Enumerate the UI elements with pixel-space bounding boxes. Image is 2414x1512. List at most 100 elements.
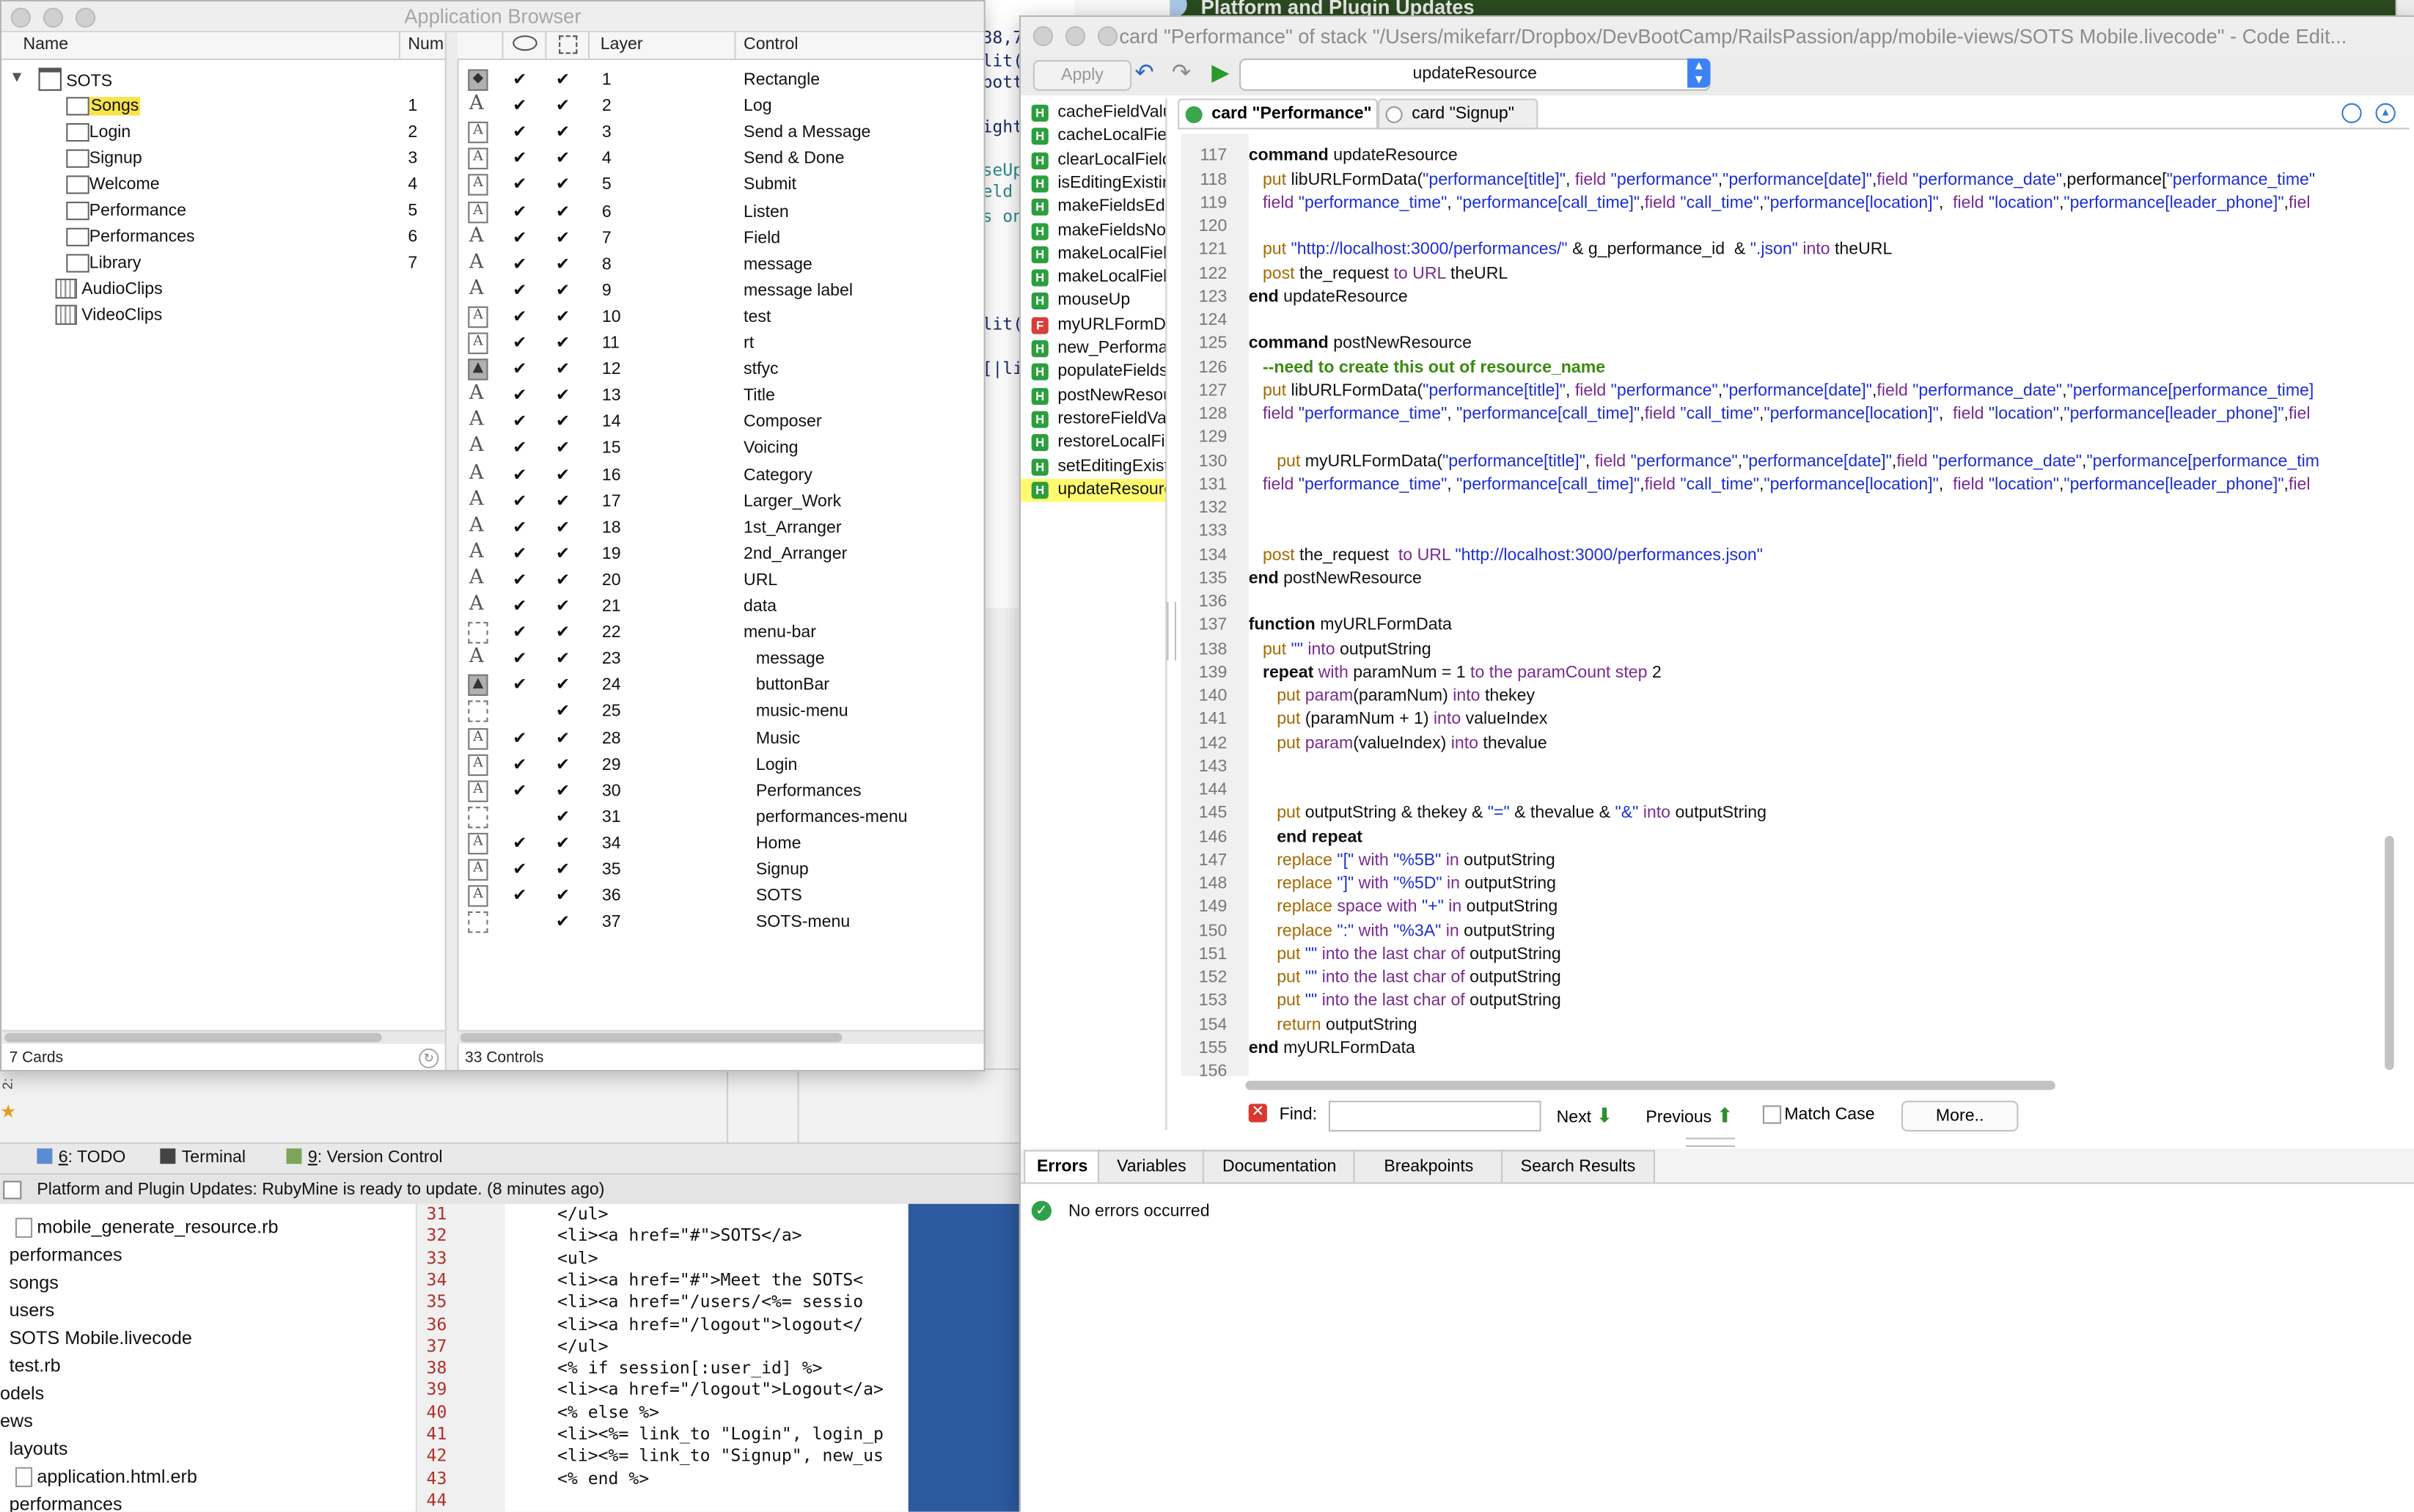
selectable-check-icon[interactable]: ✔ — [556, 385, 570, 405]
select-column-icon[interactable] — [559, 35, 578, 54]
selectable-check-icon[interactable]: ✔ — [556, 807, 570, 826]
visible-check-icon[interactable]: ✔ — [513, 359, 527, 378]
visible-check-icon[interactable]: ✔ — [513, 570, 527, 590]
control-row[interactable]: A ✔ ✔ 13 Title — [458, 383, 981, 410]
project-file[interactable]: mobile_generate_resource.rb — [15, 1216, 279, 1238]
card-row[interactable]: Signup 3 — [1, 146, 445, 172]
handler-item[interactable]: HclearLocalFields — [1021, 149, 1165, 172]
project-file[interactable]: application.html.erb — [15, 1466, 197, 1488]
name-column-header[interactable]: Name — [23, 35, 68, 54]
control-row[interactable]: A ✔ ✔ 23 message — [458, 647, 981, 673]
previous-button[interactable]: Previous ⬆ — [1646, 1104, 1733, 1129]
resize-grip[interactable] — [1685, 1137, 1736, 1148]
visible-check-icon[interactable]: ✔ — [513, 385, 527, 405]
toolwindow-todo[interactable]: 6: TODO — [37, 1148, 125, 1167]
script-editor[interactable]: 117 command updateResource 118 put libURLF… — [1184, 134, 2379, 1076]
selectable-check-icon[interactable]: ✔ — [556, 69, 570, 89]
code-line[interactable]: 153 put "" into the last char of outputS… — [1184, 991, 2379, 1013]
selectable-check-icon[interactable]: ✔ — [556, 411, 570, 431]
handler-item[interactable]: Hnew_Performance — [1021, 337, 1165, 360]
tab-documentation[interactable]: Documentation — [1202, 1150, 1357, 1183]
selectable-check-icon[interactable]: ✔ — [556, 95, 570, 115]
close-find-icon[interactable]: ✕ — [1248, 1104, 1267, 1123]
visible-check-icon[interactable]: ✔ — [513, 411, 527, 431]
split-drag-handle[interactable] — [1167, 601, 1177, 661]
visible-column-eye-icon[interactable] — [513, 35, 538, 51]
run-icon[interactable]: ▶ — [1211, 60, 1229, 88]
code-line[interactable]: 128 field "performance_time", "performan… — [1184, 403, 2379, 426]
code-line[interactable]: 142 put param(valueIndex) into thevalue — [1184, 732, 2379, 755]
code-line[interactable]: 149 replace space with "+" in outputStri… — [1184, 896, 2379, 919]
refresh-icon[interactable]: ↻ — [419, 1048, 439, 1069]
folder-row[interactable]: AudioClips — [1, 277, 445, 304]
favorites-star-icon[interactable]: ★ — [0, 1101, 17, 1122]
handler-item[interactable]: HpopulateFields — [1021, 361, 1165, 383]
code-line[interactable]: 132 — [1184, 497, 2379, 520]
code-line[interactable]: 138 put "" into outputString — [1184, 638, 2379, 661]
tab-breakpoints[interactable]: Breakpoints — [1353, 1150, 1505, 1183]
minimize-button[interactable] — [1065, 26, 1086, 46]
visible-check-icon[interactable]: ✔ — [513, 675, 527, 694]
project-file[interactable]: layouts — [10, 1438, 68, 1459]
visible-check-icon[interactable]: ✔ — [513, 833, 527, 853]
project-file[interactable]: users — [10, 1299, 55, 1321]
control-row[interactable]: A ✔ ✔ 21 data — [458, 594, 981, 620]
project-file[interactable]: odels — [0, 1382, 44, 1403]
visible-check-icon[interactable]: ✔ — [513, 622, 527, 642]
code-line[interactable]: 137 function myURLFormData — [1184, 614, 2379, 637]
visible-check-icon[interactable]: ✔ — [513, 332, 527, 353]
find-input[interactable] — [1328, 1101, 1541, 1132]
folder-row[interactable]: VideoClips — [1, 304, 445, 330]
control-row[interactable]: A ✔ ✔ 15 Voicing — [458, 436, 981, 463]
card-row[interactable]: Welcome 4 — [1, 172, 445, 199]
control-row[interactable]: ◆ ✔ ✔ 1 Rectangle — [458, 67, 981, 94]
selectable-check-icon[interactable]: ✔ — [556, 175, 570, 194]
code-line[interactable]: 136 — [1184, 591, 2379, 614]
selectable-check-icon[interactable]: ✔ — [556, 596, 570, 616]
visible-check-icon[interactable]: ✔ — [513, 727, 527, 747]
control-row[interactable]: A ✔ ✔ 34 Home — [458, 832, 981, 858]
status-notification[interactable]: Platform and Plugin Updates: RubyMine is… — [37, 1181, 604, 1199]
code-line[interactable]: 119 field "performance_time", "performan… — [1184, 192, 2379, 215]
tab-search-results[interactable]: Search Results — [1501, 1150, 1655, 1183]
visible-check-icon[interactable]: ✔ — [513, 754, 527, 774]
selectable-check-icon[interactable]: ✔ — [556, 227, 570, 247]
cards-horizontal-scrollbar[interactable] — [1, 1030, 445, 1044]
control-row[interactable]: A ✔ ✔ 9 message label — [458, 279, 981, 305]
handler-item[interactable]: HmakeFieldsNonEditable — [1021, 219, 1165, 242]
code-line[interactable]: 147 replace "[" with "%5B" in outputStri… — [1184, 849, 2379, 872]
control-row[interactable]: A ✔ ✔ 17 Larger_Work — [458, 489, 981, 515]
handler-item[interactable]: HmouseUp — [1021, 290, 1165, 313]
selectable-check-icon[interactable]: ✔ — [556, 648, 570, 668]
code-line[interactable]: 144 — [1184, 779, 2379, 801]
layer-column-header[interactable]: Layer — [601, 35, 643, 54]
status-checkbox-icon[interactable] — [3, 1181, 22, 1200]
tab-variables[interactable]: Variables — [1097, 1150, 1206, 1183]
visible-check-icon[interactable]: ✔ — [513, 95, 527, 115]
control-row[interactable]: A ✔ ✔ 5 Submit — [458, 173, 981, 199]
selectable-check-icon[interactable]: ✔ — [556, 438, 570, 458]
selectable-check-icon[interactable]: ✔ — [556, 885, 570, 906]
code-line[interactable]: 150 replace ":" with "%3A" in outputStri… — [1184, 920, 2379, 942]
control-row[interactable]: A ✔ ✔ 3 Send a Message — [458, 120, 981, 147]
visible-check-icon[interactable]: ✔ — [513, 648, 527, 668]
visible-check-icon[interactable]: ✔ — [513, 227, 527, 247]
selectable-check-icon[interactable]: ✔ — [556, 859, 570, 879]
code-line[interactable]: 129 — [1184, 427, 2379, 449]
toolwindow-terminal[interactable]: Terminal — [160, 1148, 246, 1167]
apply-button[interactable]: Apply — [1032, 59, 1132, 91]
code-line[interactable]: 134 post the_request to URL "http://loca… — [1184, 544, 2379, 567]
match-case-checkbox[interactable] — [1762, 1105, 1782, 1124]
tab-errors[interactable]: Errors — [1024, 1150, 1101, 1183]
selectable-check-icon[interactable]: ✔ — [556, 464, 570, 484]
control-row[interactable]: ✔ 37 SOTS-menu — [458, 910, 981, 936]
control-row[interactable]: ▲ ✔ ✔ 12 stfyc — [458, 357, 981, 383]
app-browser-titlebar[interactable]: Application Browser — [1, 1, 984, 33]
project-file[interactable]: SOTS Mobile.livecode — [10, 1327, 192, 1348]
control-row[interactable]: A ✔ ✔ 30 Performances — [458, 779, 981, 805]
handler-item[interactable]: HcacheLocalFields — [1021, 125, 1165, 148]
selectable-check-icon[interactable]: ✔ — [556, 122, 570, 142]
scroll-up-icon[interactable]: ▲ — [2375, 103, 2396, 123]
handler-item[interactable]: FmyURLFormData — [1021, 314, 1165, 337]
selectable-check-icon[interactable]: ✔ — [556, 254, 570, 274]
